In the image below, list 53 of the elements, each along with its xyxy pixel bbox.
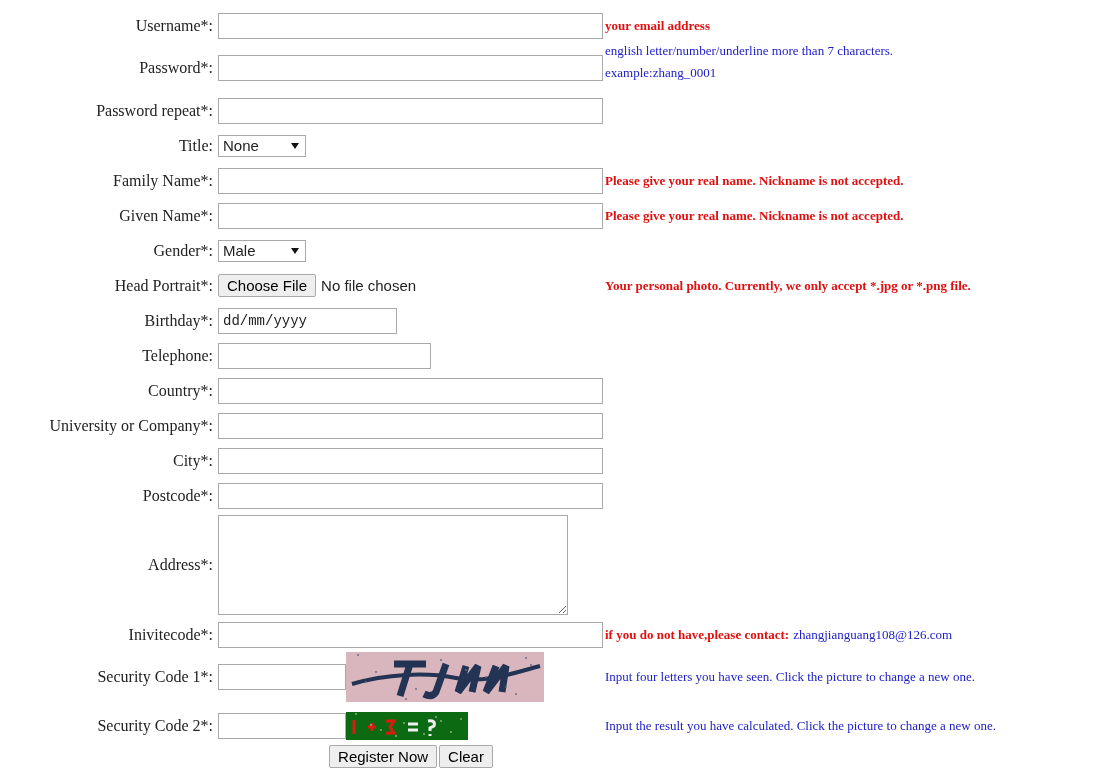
field-label: Title: xyxy=(177,136,213,155)
hint-text: Input the result you have calculated. Click the picture to change a new one. xyxy=(605,717,996,734)
field-label: City*: xyxy=(172,451,213,470)
field-label: Password*: xyxy=(138,59,213,77)
text-field[interactable] xyxy=(218,12,603,39)
file-status: No file chosen xyxy=(321,277,417,294)
hint-text: your email address xyxy=(605,17,710,34)
date-field[interactable]: dd/mm/yyyy xyxy=(218,307,397,334)
text-field[interactable] xyxy=(218,482,603,509)
hint-text: Your personal photo. Currently, we only accept *.jpg or *.png file. xyxy=(605,277,971,294)
hint-text: Input four letters you have seen. Click the picture to change a new one. xyxy=(605,669,975,685)
choose-file-button[interactable]: Choose File xyxy=(218,274,317,297)
field-label: Password repeat*: xyxy=(95,101,213,120)
captcha-image[interactable] xyxy=(346,652,544,702)
hint-text: english letter/number/underline more than 7 characters. xyxy=(605,43,894,59)
text-field[interactable] xyxy=(218,377,603,404)
form-button[interactable]: Clear xyxy=(439,745,493,768)
caret-icon xyxy=(291,247,299,254)
text-field[interactable] xyxy=(218,342,431,369)
dropdown[interactable]: None xyxy=(218,134,306,157)
field-label: Security Code 2*: xyxy=(96,716,213,735)
field-label: Telephone: xyxy=(141,346,213,365)
field-label: Given Name*: xyxy=(118,206,213,225)
field-label: Head Portrait*: xyxy=(113,276,213,295)
field-label: Postcode*: xyxy=(141,486,213,505)
text-field[interactable] xyxy=(218,97,603,124)
text-field[interactable] xyxy=(218,55,603,81)
field-label: University or Company*: xyxy=(48,416,213,435)
text-field[interactable] xyxy=(218,412,603,439)
field-label: Family Name*: xyxy=(112,171,213,190)
hint-text: Please give your real name. Nickname is not accepted. xyxy=(605,207,904,224)
text-area[interactable] xyxy=(218,515,568,615)
text-field[interactable] xyxy=(218,664,346,690)
dropdown[interactable]: Male xyxy=(218,239,306,262)
text-field[interactable] xyxy=(218,202,603,229)
hint-text: zhangjianguang108@126.com xyxy=(793,626,953,643)
caret-icon xyxy=(291,142,299,149)
text-field[interactable] xyxy=(218,712,346,739)
captcha-image[interactable] xyxy=(346,711,468,740)
field-label: Birthday*: xyxy=(143,311,213,330)
field-label: Country*: xyxy=(147,381,213,400)
field-label: Address*: xyxy=(147,556,213,574)
field-label: Gender*: xyxy=(152,241,213,260)
field-label: Security Code 1*: xyxy=(96,668,213,686)
form-button[interactable]: Register Now xyxy=(329,745,438,768)
text-field[interactable] xyxy=(218,621,603,648)
field-label: Inivitecode*: xyxy=(127,625,213,644)
text-field[interactable] xyxy=(218,167,603,194)
text-field[interactable] xyxy=(218,447,603,474)
field-label: Username*: xyxy=(134,16,213,35)
hint-text: if you do not have,please contact: xyxy=(605,626,790,643)
hint-text: example:zhang_0001 xyxy=(605,65,717,81)
hint-text: Please give your real name. Nickname is not accepted. xyxy=(605,172,904,189)
